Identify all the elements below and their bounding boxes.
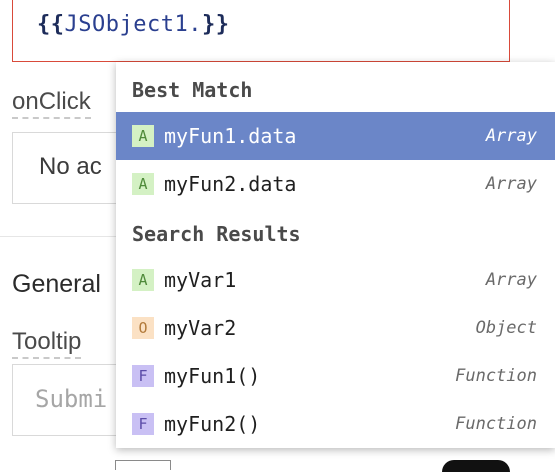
hint-type: Object bbox=[475, 318, 537, 338]
array-type-icon: A bbox=[132, 125, 154, 147]
onclick-label: onClick bbox=[12, 88, 91, 119]
hint-type: Function bbox=[455, 366, 537, 386]
hint-item-myfun1[interactable]: F myFun1() Function bbox=[116, 352, 555, 400]
hint-name: myVar2 bbox=[164, 316, 237, 340]
bottom-toggle[interactable] bbox=[442, 460, 510, 472]
general-section-title: General bbox=[12, 270, 101, 298]
onclick-action-value: No ac bbox=[39, 153, 102, 180]
hint-type: Function bbox=[455, 414, 537, 434]
code-expression[interactable]: {{JSObject1.}} bbox=[37, 12, 229, 37]
function-type-icon: F bbox=[132, 365, 154, 387]
tooltip-placeholder: Submi bbox=[35, 385, 108, 413]
section-divider bbox=[0, 236, 120, 237]
hint-type: Array bbox=[485, 270, 537, 290]
tooltip-label: Tooltip bbox=[12, 328, 82, 359]
hint-item-myvar2[interactable]: O myVar2 Object bbox=[116, 304, 555, 352]
hint-type: Array bbox=[485, 174, 537, 194]
hint-name: myFun2.data bbox=[164, 172, 297, 196]
hint-item-myvar1[interactable]: A myVar1 Array bbox=[116, 256, 555, 304]
onclick-action-select[interactable]: No ac bbox=[12, 132, 132, 204]
tooltip-input[interactable]: Submi bbox=[12, 364, 132, 436]
hint-item-myfun2[interactable]: F myFun2() Function bbox=[116, 400, 555, 448]
function-type-icon: F bbox=[132, 413, 154, 435]
hint-item-myfun2-data[interactable]: A myFun2.data Array bbox=[116, 160, 555, 208]
hint-name: myFun1.data bbox=[164, 124, 297, 148]
best-match-header: Best Match bbox=[132, 78, 253, 102]
hint-item-myfun1-data[interactable]: A myFun1.data Array bbox=[116, 112, 555, 160]
hint-name: myFun1() bbox=[164, 364, 261, 388]
autocomplete-dropdown: Best Match A myFun1.data Array A myFun2.… bbox=[116, 62, 555, 448]
array-type-icon: A bbox=[132, 173, 154, 195]
search-results-header: Search Results bbox=[132, 222, 301, 246]
array-type-icon: A bbox=[132, 269, 154, 291]
close-braces: }} bbox=[201, 12, 230, 37]
code-editor[interactable]: {{JSObject1.}} bbox=[12, 0, 510, 62]
open-braces: {{ bbox=[37, 12, 65, 37]
expression-text: JSObject1. bbox=[64, 12, 202, 37]
hint-type: Array bbox=[485, 126, 537, 146]
hint-name: myFun2() bbox=[164, 412, 261, 436]
bottom-control[interactable] bbox=[115, 460, 171, 470]
hint-name: myVar1 bbox=[164, 268, 237, 292]
object-type-icon: O bbox=[132, 317, 154, 339]
